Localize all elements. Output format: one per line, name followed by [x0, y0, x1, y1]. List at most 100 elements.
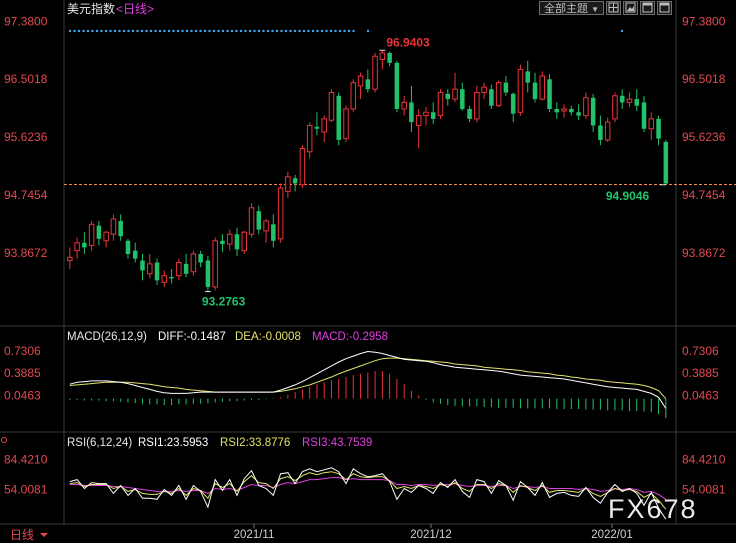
event-marker-dot: [208, 29, 211, 33]
candle-body-up: [263, 220, 269, 232]
candle-body-down: [387, 52, 392, 63]
event-marker-dot: [262, 29, 265, 33]
candle-body-up: [350, 82, 357, 110]
event-marker-dot: [181, 29, 184, 33]
event-marker-dot: [235, 29, 238, 33]
candle-body-up: [379, 52, 386, 61]
candle-body-down: [336, 95, 341, 140]
price-panel: 97.3800 97.3800 96.5018 96.5018 95.6236 95.62…: [4, 14, 736, 309]
macd-tick-label-right: 0.7306: [682, 344, 719, 358]
candle-body-down: [503, 82, 509, 93]
candle-body-down: [460, 89, 465, 109]
macd-tick-label-left: 0.3885: [4, 366, 41, 380]
candle-body-up: [241, 231, 248, 252]
event-marker-dot: [100, 29, 103, 33]
event-marker-dot: [176, 29, 180, 33]
event-marker-dot: [158, 29, 162, 33]
price-tick-label-right: 93.8672: [682, 246, 726, 260]
event-marker-dot: [289, 29, 292, 33]
event-marker-dot: [163, 29, 166, 33]
event-marker-dot: [95, 29, 99, 33]
window-icon[interactable]: [656, 1, 672, 15]
grid-icon[interactable]: [605, 1, 621, 15]
x-axis: 2021/11 2021/12 2022/01: [234, 524, 633, 541]
macd-tick-label-left: 0.7306: [4, 344, 41, 358]
candle-body-up: [539, 75, 546, 100]
candle-body-down: [132, 250, 138, 259]
event-marker-dot: [109, 29, 112, 33]
event-marker-dot: [284, 29, 288, 33]
candle-body-down: [409, 102, 414, 123]
price-tick-label-right: 97.3800: [682, 14, 726, 28]
event-marker-dot: [185, 29, 189, 33]
candle-body-up: [626, 98, 633, 103]
event-marker-dot: [145, 29, 148, 33]
event-marker-dot: [82, 29, 85, 33]
candle-body-up: [67, 256, 73, 262]
candle-body-down: [510, 93, 516, 114]
candle-body-down: [220, 240, 225, 245]
rsi-tick-label-right: 84.4210: [682, 452, 726, 466]
event-marker-dot: [316, 29, 319, 33]
rsi-title: RSI(6,12,24): [67, 437, 132, 449]
candle-body-down: [118, 221, 123, 237]
candle-body-down: [140, 260, 145, 271]
candle-body-down: [467, 108, 472, 119]
candle-body-down: [590, 97, 596, 126]
candle-body-up: [415, 115, 422, 126]
rsi-marker-icon: [1, 437, 7, 443]
event-marker-dot: [325, 29, 328, 33]
event-marker-dot: [226, 29, 229, 33]
candle-body-down: [598, 125, 603, 140]
theme-menu-button[interactable]: 全部主题 ▼: [539, 1, 604, 15]
candle-body-up: [321, 118, 327, 133]
image-icon[interactable]: [622, 1, 638, 15]
candle-body-up: [495, 82, 502, 107]
candle-body-up: [147, 263, 153, 275]
event-marker-dot: [212, 29, 216, 33]
candle-body-down: [634, 99, 640, 106]
toolbar: 全部主题 ▼: [539, 1, 672, 16]
price-tick-label-right: 96.5018: [682, 72, 726, 86]
price-tick-label-left: 93.8672: [4, 246, 48, 260]
candle-body-down: [205, 260, 211, 287]
event-marker-dot: [203, 29, 207, 33]
bottom-arrow-icon[interactable]: [40, 533, 48, 537]
event-marker-dot: [257, 29, 261, 33]
candle-body-down: [256, 211, 262, 230]
x-tick-label: 2021/12: [410, 529, 452, 541]
candle-body-up: [110, 218, 117, 235]
candle-body-up: [401, 101, 407, 110]
candle-body-down: [569, 108, 574, 113]
event-marker-dot: [68, 29, 72, 33]
rsi-tick-label-left: 84.4210: [4, 452, 48, 466]
event-marker-dot: [122, 29, 126, 33]
rsi2-line: [69, 471, 667, 510]
candle-body-up: [176, 262, 182, 277]
event-marker-dot: [149, 29, 153, 33]
candle-body-down: [663, 141, 669, 184]
candle-body-up: [285, 176, 291, 192]
candle-body-down: [445, 93, 451, 100]
candle-body-up: [226, 233, 233, 245]
event-marker-dot: [293, 29, 297, 33]
candle-body-up: [248, 207, 255, 235]
candle-body-down: [554, 108, 560, 113]
candle-body-down: [96, 225, 102, 239]
event-marker-dot: [239, 29, 243, 33]
candle-body-up: [306, 124, 313, 153]
candle-body-down: [641, 102, 647, 129]
price-tick-label-left: 94.7454: [4, 188, 48, 202]
macd-macd-value: MACD:-0.2958: [312, 331, 388, 343]
candle-body-up: [161, 275, 168, 283]
window-icon[interactable]: [639, 1, 655, 15]
event-marker-dot: [347, 29, 351, 33]
candle-body-down: [656, 118, 661, 139]
chart-period[interactable]: <日线>: [116, 2, 154, 16]
candle-body-up: [190, 253, 197, 273]
bottom-period-label[interactable]: 日线: [10, 528, 34, 542]
macd-tick-label-right: 0.0463: [682, 389, 719, 403]
event-marker-dot: [366, 29, 370, 33]
price-tick-label-left: 96.5018: [4, 72, 48, 86]
event-marker-dot: [221, 29, 225, 33]
